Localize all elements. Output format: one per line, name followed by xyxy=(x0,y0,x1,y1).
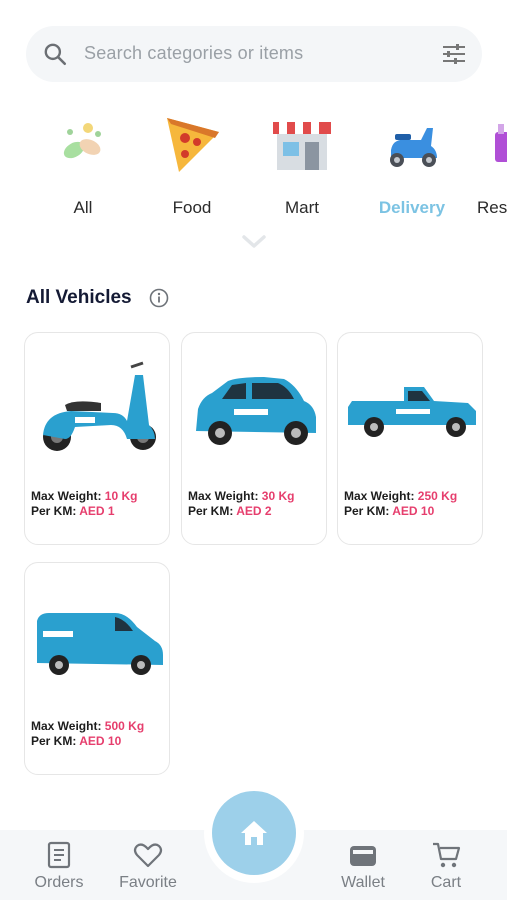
restaurant-icon xyxy=(495,124,507,162)
nav-label: Wallet xyxy=(341,874,385,891)
cart-icon xyxy=(433,842,461,868)
nav-favorite[interactable]: Favorite xyxy=(108,840,188,892)
nav-wallet[interactable]: Wallet xyxy=(323,840,403,892)
category-delivery[interactable]: Delivery xyxy=(357,110,467,218)
category-res[interactable]: Res xyxy=(467,110,507,218)
pickup-truck-image xyxy=(348,387,476,437)
search-icon xyxy=(44,43,67,66)
category-food[interactable]: Food xyxy=(137,110,247,218)
vehicle-card-scooter[interactable]: Max Weight: 10 Kg Per KM: AED 1 xyxy=(24,332,170,545)
section-title: All Vehicles xyxy=(26,287,132,308)
vehicle-card-car[interactable]: Max Weight: 30 Kg Per KM: AED 2 xyxy=(181,332,327,545)
home-icon xyxy=(241,821,267,845)
category-mart[interactable]: Mart xyxy=(247,110,357,218)
per-km-line: Per KM: AED 1 xyxy=(31,504,115,518)
vehicle-card-pickup[interactable]: Max Weight: 250 Kg Per KM: AED 10 xyxy=(337,332,483,545)
chevron-down-icon[interactable] xyxy=(241,232,267,252)
store-icon xyxy=(273,122,331,170)
category-strip[interactable]: All Food Mart Delivery Res xyxy=(0,110,507,230)
vehicle-card-van[interactable]: Max Weight: 500 Kg Per KM: AED 10 xyxy=(24,562,170,775)
nav-label: Favorite xyxy=(119,874,177,891)
per-km-line: Per KM: AED 10 xyxy=(344,504,435,518)
search-input[interactable]: Search categories or items xyxy=(84,43,303,64)
scooter-icon xyxy=(390,128,437,167)
category-label: Delivery xyxy=(378,198,446,217)
max-weight-line: Max Weight: 30 Kg xyxy=(188,489,295,503)
nav-orders[interactable]: Orders xyxy=(19,840,99,892)
wallet-icon xyxy=(350,846,376,866)
per-km-line: Per KM: AED 10 xyxy=(31,734,122,748)
max-weight-line: Max Weight: 10 Kg xyxy=(31,489,138,503)
max-weight-line: Max Weight: 500 Kg xyxy=(31,719,145,733)
home-button[interactable] xyxy=(212,791,296,875)
category-all[interactable]: All xyxy=(28,110,138,218)
all-categories-icon xyxy=(63,123,101,159)
filter-icon[interactable] xyxy=(442,43,466,65)
scooter-image xyxy=(43,361,156,451)
search-bar[interactable]: Search categories or items xyxy=(26,26,482,82)
van-image xyxy=(37,613,163,675)
nav-cart[interactable]: Cart xyxy=(406,840,486,892)
max-weight-line: Max Weight: 250 Kg xyxy=(344,489,458,503)
category-label: All xyxy=(73,198,93,217)
pizza-icon xyxy=(167,118,219,172)
heart-icon xyxy=(133,843,163,868)
car-image xyxy=(196,377,316,445)
nav-label: Cart xyxy=(430,874,462,891)
orders-icon xyxy=(47,841,71,869)
nav-label: Orders xyxy=(34,874,84,891)
category-label: Food xyxy=(172,198,212,217)
info-icon[interactable] xyxy=(149,288,169,308)
category-label: Res xyxy=(477,198,507,217)
category-label: Mart xyxy=(285,198,319,217)
per-km-line: Per KM: AED 2 xyxy=(188,504,272,518)
